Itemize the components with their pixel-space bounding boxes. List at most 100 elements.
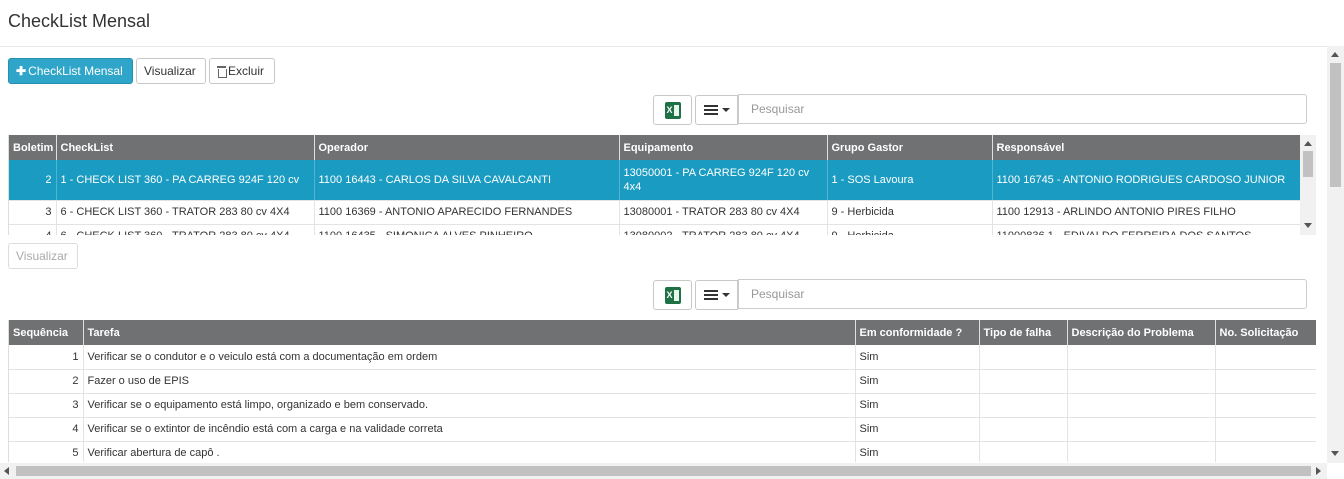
- table-cell: 3: [9, 393, 84, 418]
- export-excel-button[interactable]: X: [653, 95, 692, 125]
- table-row[interactable]: 36 - CHECK LIST 360 - TRATOR 283 80 cv 4…: [9, 200, 1302, 225]
- table-cell: [1067, 441, 1216, 462]
- table-cell: 11000836 1 - EDIVALDO FERREIRA DOS SANTO…: [992, 224, 1302, 235]
- trash-icon: [217, 65, 227, 78]
- page-title: CheckList Mensal: [8, 11, 151, 31]
- table-cell: [1215, 417, 1316, 442]
- table-cell: [1215, 393, 1316, 418]
- excel-icon: X: [664, 286, 681, 304]
- table-cell: Sim: [855, 369, 980, 394]
- table-cell: 1100 16443 - CARLOS DA SILVA CAVALCANTI: [314, 160, 620, 201]
- table-cell: 3: [9, 200, 57, 225]
- table-cell: [1067, 345, 1216, 370]
- column-header[interactable]: Responsável: [992, 135, 1302, 160]
- column-header[interactable]: Boletim: [9, 135, 57, 160]
- column-header[interactable]: CheckList: [56, 135, 315, 160]
- column-header[interactable]: Sequência: [9, 320, 84, 345]
- table-cell: 4: [9, 417, 84, 442]
- caret-down-icon: [721, 108, 730, 112]
- table-cell: 1100 16369 - ANTONIO APARECIDO FERNANDES: [314, 200, 620, 225]
- table-cell: Verificar se o equipamento está limpo, o…: [83, 393, 856, 418]
- table-cell: 13080002 - TRATOR 283 80 cv 4X4: [619, 224, 828, 235]
- table-row[interactable]: 46 - CHECK LIST 360 - TRATOR 283 80 cv 4…: [9, 224, 1302, 235]
- table-row[interactable]: 21 - CHECK LIST 360 - PA CARREG 924F 120…: [9, 160, 1302, 201]
- table-cell: [979, 417, 1068, 442]
- table-cell: 1100 16745 - ANTONIO RODRIGUES CARDOSO J…: [992, 160, 1302, 201]
- table-cell: [1067, 369, 1216, 394]
- checklist-grid: Boletim CheckList Operador Equipamento Grupo…: [8, 135, 1316, 235]
- table-cell: 1 - CHECK LIST 360 - PA CARREG 924F 120 …: [56, 160, 315, 201]
- scroll-down-icon: [1304, 223, 1312, 228]
- view-button[interactable]: Visualizar: [136, 58, 206, 84]
- columns-menu-button-2[interactable]: [695, 280, 738, 310]
- table-cell: [979, 369, 1068, 394]
- table-cell: 1100 16435 - SIMONICA ALVES PINHEIRO: [314, 224, 620, 235]
- table-cell: Sim: [855, 441, 980, 462]
- table-cell: 2: [9, 369, 84, 394]
- column-header[interactable]: Descrição do Problema: [1067, 320, 1216, 345]
- scroll-up-icon: [1331, 52, 1339, 57]
- column-header[interactable]: No. Solicitação: [1215, 320, 1316, 345]
- table-cell: 9 - Herbicida: [827, 224, 993, 235]
- add-checklist-button[interactable]: ✚ CheckList Mensal: [8, 58, 133, 84]
- table-cell: 6 - CHECK LIST 360 - TRATOR 283 80 cv 4X…: [56, 224, 315, 235]
- table-cell: Sim: [855, 393, 980, 418]
- table-row[interactable]: 1 Verificar se o condutor e o veiculo est…: [9, 345, 1316, 370]
- plus-icon: ✚: [16, 64, 27, 78]
- menu-icon: [703, 105, 718, 115]
- table-cell: Fazer o uso de EPIS: [83, 369, 856, 394]
- detail-view-button[interactable]: Visualizar: [8, 243, 78, 269]
- table-cell: 13080001 - TRATOR 283 80 cv 4X4: [619, 200, 828, 225]
- scroll-right-icon: [1316, 467, 1321, 475]
- table-cell: [1215, 345, 1316, 370]
- table-cell: 1: [9, 345, 84, 370]
- table-cell: [979, 441, 1068, 462]
- column-header[interactable]: Em conformidade ?: [855, 320, 980, 345]
- table-row[interactable]: 2 Fazer o uso de EPIS Sim: [9, 369, 1316, 394]
- table-cell: Verificar se o extintor de incêndio está…: [83, 417, 856, 442]
- column-header[interactable]: Tipo de falha: [979, 320, 1068, 345]
- page-scroll-thumb[interactable]: [1330, 63, 1341, 187]
- title-divider: [0, 46, 1344, 47]
- add-checklist-label: CheckList Mensal: [28, 64, 123, 78]
- table-cell: 9 - Herbicida: [827, 200, 993, 225]
- table-cell: 5: [9, 441, 84, 462]
- column-header[interactable]: Grupo Gastor: [827, 135, 993, 160]
- export-excel-button-2[interactable]: X: [653, 280, 692, 310]
- table-cell: Sim: [855, 345, 980, 370]
- table-cell: Verificar se o condutor e o veiculo está…: [83, 345, 856, 370]
- search-input-2[interactable]: [738, 279, 1307, 309]
- grid-scroll-thumb[interactable]: [1303, 151, 1313, 177]
- search-input[interactable]: [738, 94, 1307, 124]
- excel-icon: X: [664, 101, 681, 119]
- delete-label: Excluir: [228, 64, 265, 78]
- table-cell: [1215, 369, 1316, 394]
- table-cell: 4: [9, 224, 57, 235]
- table-row[interactable]: 5 Verificar abertura de capô . Sim: [9, 441, 1316, 462]
- page-vertical-scrollbar[interactable]: [1327, 46, 1344, 463]
- grid-vertical-scrollbar[interactable]: [1300, 135, 1316, 235]
- column-header[interactable]: Equipamento: [619, 135, 828, 160]
- table-row[interactable]: 4 Verificar se o extintor de incêndio est…: [9, 417, 1316, 442]
- columns-menu-button[interactable]: [695, 95, 738, 125]
- page-hscroll-thumb[interactable]: [16, 466, 1311, 476]
- scroll-up-icon: [1304, 141, 1312, 146]
- table-cell: 6 - CHECK LIST 360 - TRATOR 283 80 cv 4X…: [56, 200, 315, 225]
- column-header[interactable]: Tarefa: [83, 320, 856, 345]
- table-cell: [1215, 441, 1316, 462]
- table-cell: [1067, 393, 1216, 418]
- table-cell: 13050001 - PA CARREG 924F 120 cv 4x4: [619, 160, 828, 201]
- delete-button[interactable]: Excluir: [209, 58, 275, 84]
- menu-icon: [703, 290, 718, 300]
- scroll-down-icon: [1331, 451, 1339, 456]
- caret-down-icon: [721, 293, 730, 297]
- table-cell: Sim: [855, 417, 980, 442]
- table-cell: [1067, 417, 1216, 442]
- scroll-left-icon: [4, 467, 9, 475]
- table-cell: [979, 345, 1068, 370]
- column-header[interactable]: Operador: [314, 135, 620, 160]
- table-cell: 1100 12913 - ARLINDO ANTONIO PIRES FILHO: [992, 200, 1302, 225]
- table-row[interactable]: 3 Verificar se o equipamento está limpo, …: [9, 393, 1316, 418]
- table-cell: [979, 393, 1068, 418]
- page-horizontal-scrollbar[interactable]: [0, 463, 1327, 479]
